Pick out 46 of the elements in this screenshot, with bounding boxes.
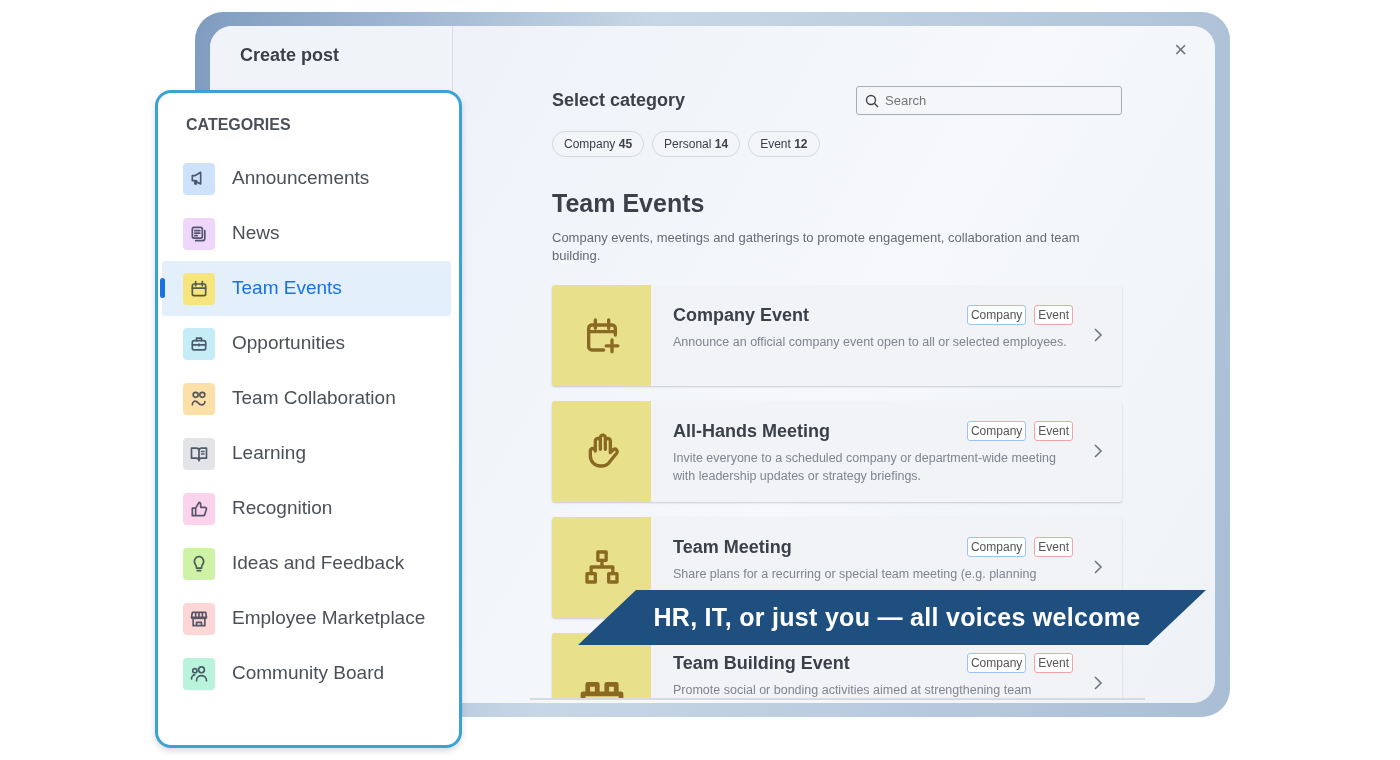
category-item[interactable]: Opportunities — [162, 316, 451, 371]
category-item[interactable]: Employee Marketplace — [162, 591, 451, 646]
section-heading: Select category — [552, 89, 686, 112]
tag: Company — [966, 305, 1027, 325]
panel-heading: CATEGORIES — [186, 115, 292, 135]
template-card[interactable]: All-Hands Meeting Company Event Invite everyone to a scheduled company or department-wide meeting with leadership updates or strategy briefings. — [552, 400, 1122, 502]
tag: Company — [966, 421, 1027, 441]
filter-chip[interactable]: Company 45 — [552, 131, 645, 157]
card-title: Company Event — [673, 303, 810, 327]
category-item[interactable]: Team Events — [162, 261, 451, 316]
tag: Company — [966, 537, 1027, 557]
card-description: Invite everyone to a scheduled company or department-wide meeting with leadership updates or strategy briefings. — [673, 449, 1057, 485]
selection-indicator — [160, 278, 165, 298]
card-description: Share plans for a recurring or special team meeting (e.g. planning — [673, 565, 1038, 583]
tag: Event — [1034, 305, 1073, 325]
banner-overlay: HR, IT, or just you — all voices welcome — [578, 590, 1206, 645]
category-item[interactable]: Ideas and Feedback — [162, 536, 451, 591]
category-item[interactable]: Recognition — [162, 481, 451, 536]
search-field[interactable]: Search — [856, 86, 1122, 115]
category-title: Team Events — [552, 188, 706, 219]
close-button[interactable]: × — [1168, 38, 1193, 62]
card-title: Team Meeting — [673, 535, 792, 559]
tag: Event — [1034, 653, 1073, 673]
category-item[interactable]: Announcements — [162, 151, 451, 206]
search-icon — [865, 94, 879, 108]
card-title: Team Building Event — [673, 651, 850, 675]
card-title: All-Hands Meeting — [673, 419, 830, 443]
tag: Event — [1034, 421, 1073, 441]
category-item[interactable]: Learning — [162, 426, 451, 481]
people-icon — [189, 663, 209, 684]
template-card[interactable]: Company Event Company Event Announce an official company event open to all or selected employees. — [552, 284, 1122, 386]
category-item[interactable]: News — [162, 206, 451, 261]
filter-chip[interactable]: Event 12 — [748, 131, 820, 157]
category-item[interactable]: Team Collaboration — [162, 371, 451, 426]
card-description: Announce an official company event open to all or selected employees. — [673, 333, 1068, 351]
tag: Company — [966, 653, 1027, 673]
dialog-title: Create post — [240, 44, 341, 67]
tag: Event — [1034, 537, 1073, 557]
chevron-right-icon — [1092, 676, 1103, 690]
card-description: Promote social or bonding activities aimed at strengthening team — [673, 681, 1033, 698]
category-description: Company events, meetings and gatherings to promote engagement, collaboration and team building. — [552, 228, 1081, 265]
chevron-right-icon — [1092, 560, 1103, 574]
filter-chip[interactable]: Personal 14 — [652, 131, 741, 157]
category-item[interactable]: Community Board — [162, 646, 451, 701]
chevron-right-icon — [1092, 444, 1103, 458]
chevron-right-icon — [1092, 328, 1103, 342]
